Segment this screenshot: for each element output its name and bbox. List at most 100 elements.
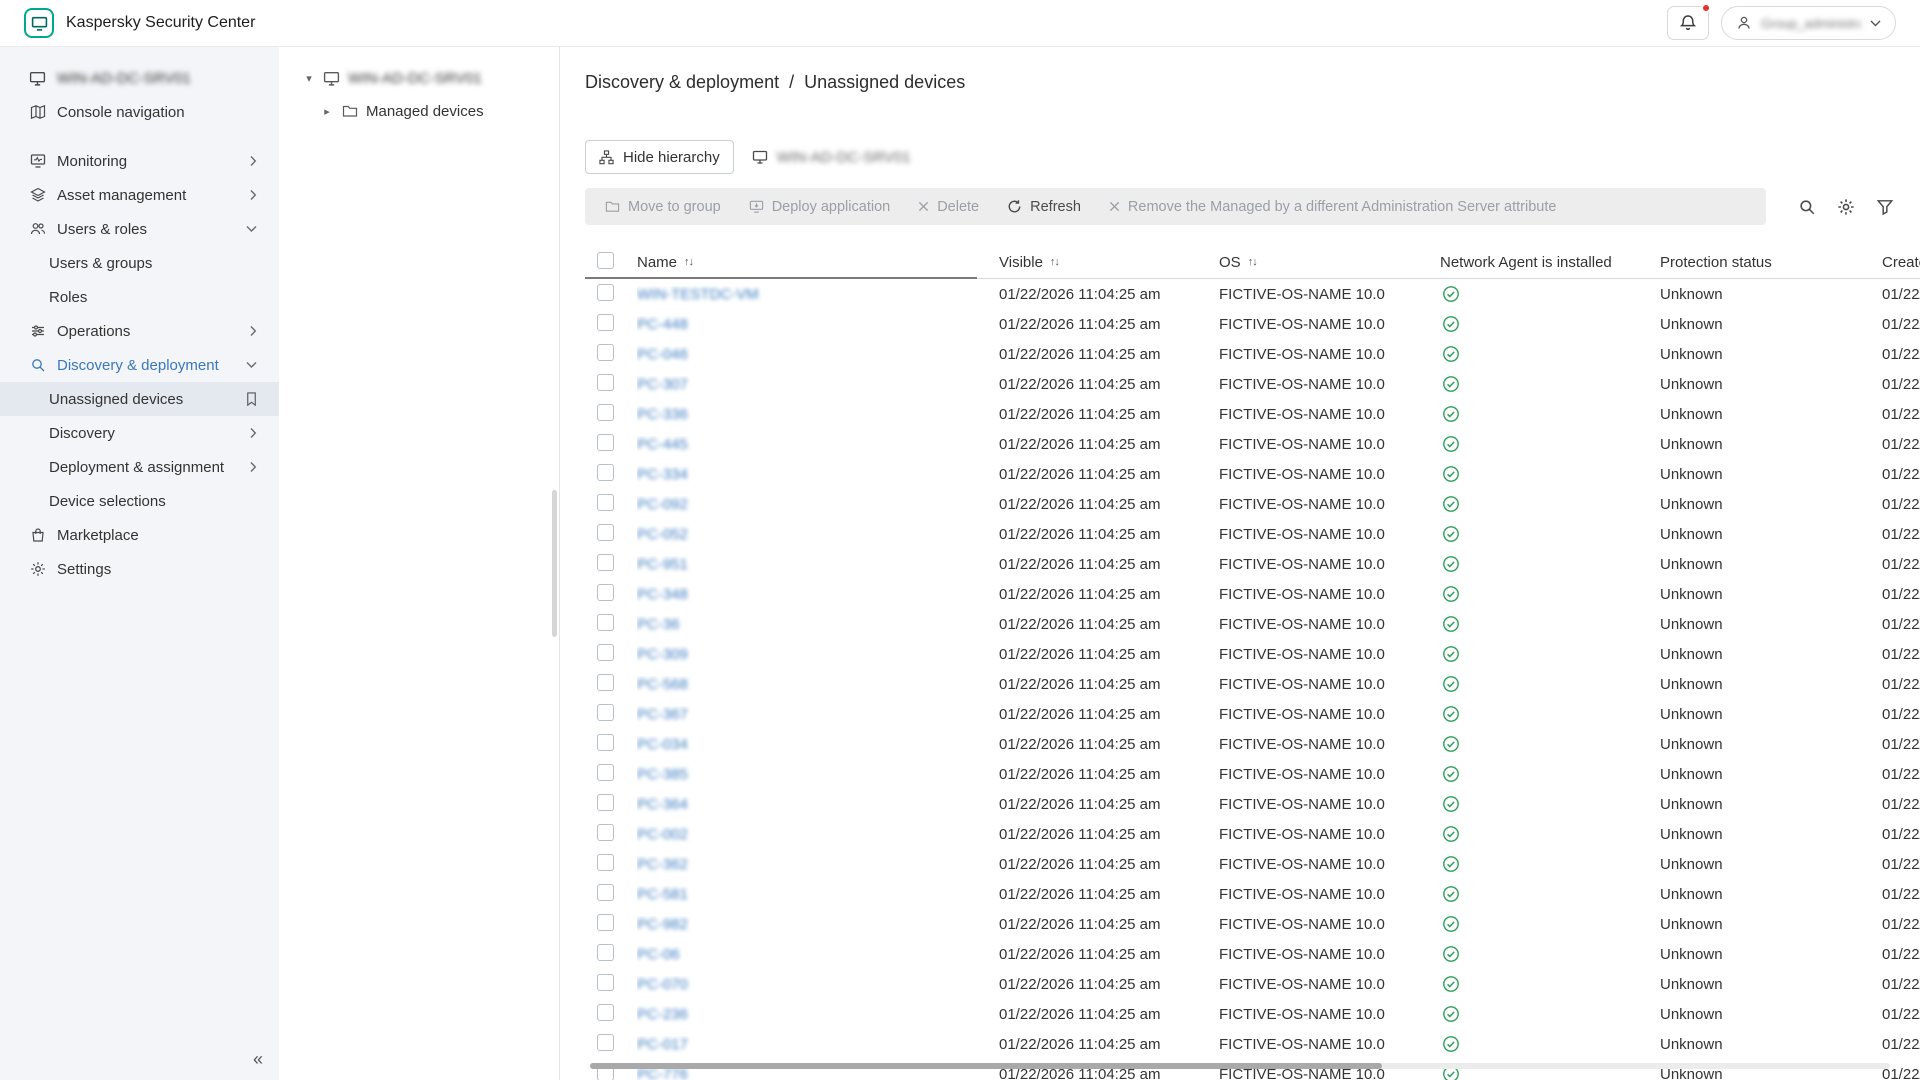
device-name-link[interactable]: PC-309 [637, 646, 688, 663]
search-icon[interactable] [1798, 198, 1816, 216]
device-name-link[interactable]: PC-951 [637, 556, 688, 573]
gear-icon[interactable] [1837, 198, 1855, 216]
device-name-link[interactable]: PC-385 [637, 766, 688, 783]
sidebar-item-console-navigation[interactable]: Console navigation [0, 95, 279, 129]
row-checkbox[interactable] [597, 734, 614, 751]
row-checkbox[interactable] [597, 914, 614, 931]
sidebar-item-deployment-assignment[interactable]: Deployment & assignment [0, 450, 279, 484]
horizontal-scrollbar-thumb[interactable] [590, 1063, 1382, 1069]
row-checkbox[interactable] [597, 764, 614, 781]
device-name-link[interactable]: PC-581 [637, 886, 688, 903]
row-checkbox[interactable] [597, 524, 614, 541]
row-checkbox[interactable] [597, 434, 614, 451]
protection-cell: Unknown [1660, 946, 1882, 963]
device-name-link[interactable]: WIN-TESTDC-VM [637, 286, 759, 303]
sidebar-item-operations[interactable]: Operations [0, 314, 279, 348]
device-name-link[interactable]: PC-052 [637, 526, 688, 543]
row-checkbox[interactable] [597, 314, 614, 331]
created-cell: 01/22/2026 11:04:25 am [1882, 646, 1920, 663]
row-checkbox[interactable] [597, 944, 614, 961]
device-name-link[interactable]: PC-070 [637, 976, 688, 993]
device-name-link[interactable]: PC-034 [637, 736, 688, 753]
row-checkbox[interactable] [597, 344, 614, 361]
notifications-button[interactable] [1667, 6, 1709, 40]
device-name-link[interactable]: PC-448 [637, 316, 688, 333]
sidebar-item-settings[interactable]: Settings [0, 552, 279, 586]
user-menu-button[interactable]: Group_administrator [1721, 6, 1896, 40]
row-checkbox[interactable] [597, 824, 614, 841]
row-checkbox[interactable] [597, 1004, 614, 1021]
device-name-link[interactable]: PC-982 [637, 916, 688, 933]
check-circle-icon [1442, 975, 1460, 993]
sidebar-item-unassigned-devices[interactable]: Unassigned devices [0, 382, 279, 416]
table-row: PC-334 01/22/2026 11:04:25 am FICTIVE-OS… [585, 459, 1920, 489]
row-checkbox[interactable] [597, 494, 614, 511]
chevron-right-icon [250, 156, 257, 167]
device-name-link[interactable]: PC-002 [637, 826, 688, 843]
sidebar-item-marketplace[interactable]: Marketplace [0, 518, 279, 552]
sidebar-item-users-groups[interactable]: Users & groups [0, 246, 279, 280]
column-header-os[interactable]: OS ↑↓ [1219, 254, 1440, 271]
hide-hierarchy-button[interactable]: Hide hierarchy [585, 140, 734, 174]
refresh-button[interactable]: Refresh [993, 199, 1095, 215]
sidebar-item-roles[interactable]: Roles [0, 280, 279, 314]
os-cell: FICTIVE-OS-NAME 10.0 [1219, 556, 1440, 573]
device-name-link[interactable]: PC-336 [637, 406, 688, 423]
device-name-link[interactable]: PC-364 [637, 796, 688, 813]
sidebar-item-discovery[interactable]: Discovery [0, 416, 279, 450]
current-server-chip: WIN-AD-DC-SRV01 [752, 149, 911, 166]
action-label: Move to group [628, 199, 721, 215]
device-name-link[interactable]: PC-06 [637, 946, 680, 963]
row-checkbox[interactable] [597, 584, 614, 601]
device-name-link[interactable]: PC-017 [637, 1036, 688, 1053]
sidebar-item-discovery-deployment[interactable]: Discovery & deployment [0, 348, 279, 382]
check-circle-icon [1442, 345, 1460, 363]
column-label: Name [637, 254, 677, 271]
tree-node-managed-devices[interactable]: ▸ Managed devices [279, 98, 559, 124]
device-name-link[interactable]: PC-307 [637, 376, 688, 393]
breadcrumb-section[interactable]: Discovery & deployment [585, 72, 779, 93]
row-checkbox[interactable] [597, 644, 614, 661]
column-header-visible[interactable]: Visible ↑↓ [999, 254, 1219, 271]
row-checkbox[interactable] [597, 854, 614, 871]
row-checkbox[interactable] [597, 284, 614, 301]
device-name-link[interactable]: PC-046 [637, 346, 688, 363]
sidebar-server[interactable]: WIN-AD-DC-SRV01 [0, 61, 279, 95]
filter-icon[interactable] [1876, 198, 1894, 216]
tree-node-label: Managed devices [366, 103, 484, 120]
row-checkbox[interactable] [597, 974, 614, 991]
device-name-link[interactable]: PC-36 [637, 616, 680, 633]
row-checkbox[interactable] [597, 374, 614, 391]
device-name-link[interactable]: PC-445 [637, 436, 688, 453]
visible-cell: 01/22/2026 11:04:25 am [999, 856, 1219, 873]
select-all-checkbox[interactable] [597, 252, 614, 269]
row-checkbox[interactable] [597, 1034, 614, 1051]
check-circle-icon [1442, 765, 1460, 783]
sidebar-item-monitoring[interactable]: Monitoring [0, 144, 279, 178]
row-checkbox[interactable] [597, 884, 614, 901]
caret-down-icon[interactable]: ▾ [303, 72, 315, 85]
device-name-link[interactable]: PC-367 [637, 706, 688, 723]
sidebar-item-users-roles[interactable]: Users & roles [0, 212, 279, 246]
row-checkbox[interactable] [597, 674, 614, 691]
device-name-link[interactable]: PC-236 [637, 1006, 688, 1023]
device-name-link[interactable]: PC-348 [637, 586, 688, 603]
device-name-link[interactable]: PC-362 [637, 856, 688, 873]
row-checkbox[interactable] [597, 404, 614, 421]
row-checkbox[interactable] [597, 554, 614, 571]
device-name-link[interactable]: PC-334 [637, 466, 688, 483]
sidebar-item-device-selections[interactable]: Device selections [0, 484, 279, 518]
row-checkbox[interactable] [597, 614, 614, 631]
column-header-name[interactable]: Name ↑↓ [637, 254, 999, 271]
row-checkbox[interactable] [597, 704, 614, 721]
row-checkbox[interactable] [597, 794, 614, 811]
check-circle-icon [1442, 825, 1460, 843]
device-name-link[interactable]: PC-092 [637, 496, 688, 513]
row-checkbox[interactable] [597, 464, 614, 481]
sidebar-item-asset-management[interactable]: Asset management [0, 178, 279, 212]
tree-node-server[interactable]: ▾ WIN-AD-DC-SRV01 [279, 65, 559, 91]
caret-right-icon[interactable]: ▸ [321, 105, 333, 118]
sidebar-collapse-button[interactable]: « [253, 1049, 263, 1070]
device-name-link[interactable]: PC-568 [637, 676, 688, 693]
tree-scrollbar-thumb[interactable] [552, 490, 557, 637]
